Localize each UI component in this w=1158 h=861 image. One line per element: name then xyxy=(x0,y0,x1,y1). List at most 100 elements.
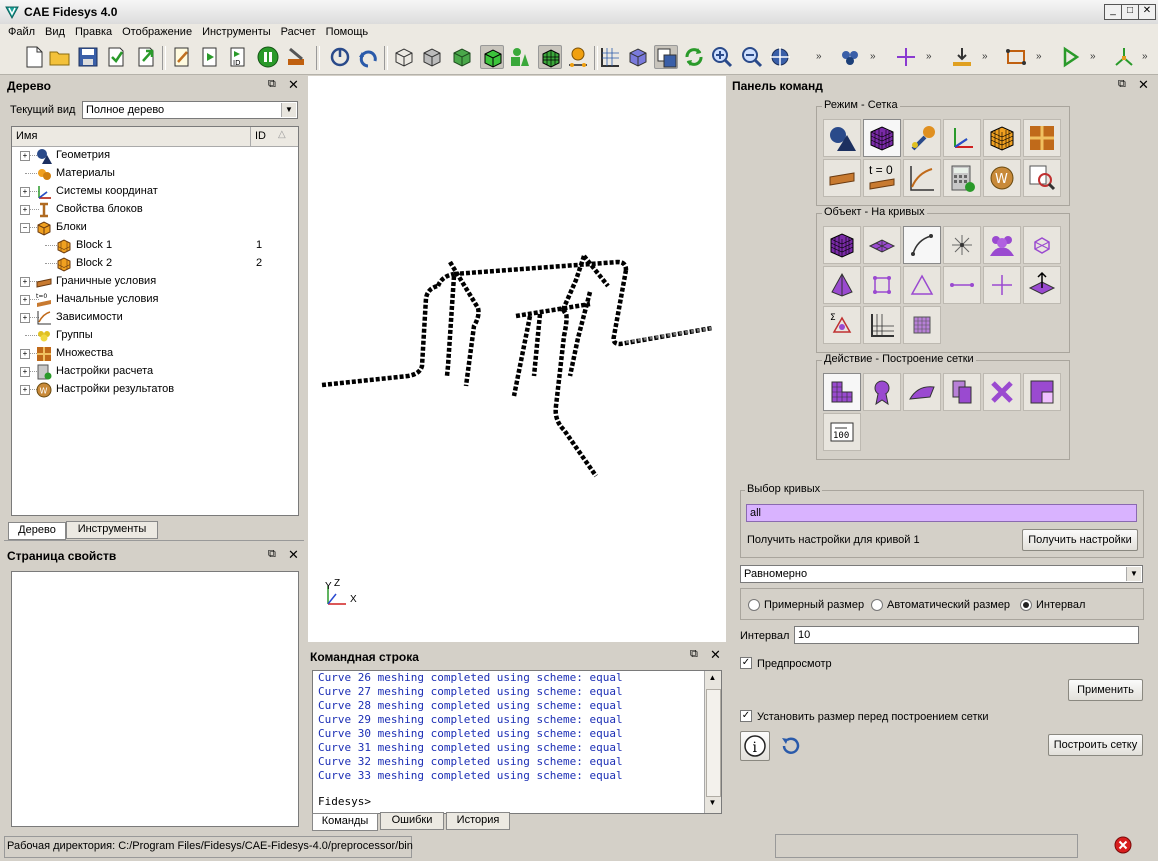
mode-properties-button[interactable] xyxy=(903,119,941,157)
column-name-header[interactable]: Имя xyxy=(16,130,37,142)
close-dock-icon[interactable]: ✕ xyxy=(288,77,299,93)
new-file-icon[interactable] xyxy=(22,45,46,69)
object-sum-button[interactable]: Σ xyxy=(823,306,861,344)
group-icon[interactable] xyxy=(838,45,862,69)
scroll-up-icon[interactable]: ▲ xyxy=(705,673,720,685)
console-scrollbar[interactable]: ▲ ▼ xyxy=(704,671,721,813)
radio-approx-size[interactable] xyxy=(748,599,760,611)
scroll-thumb[interactable] xyxy=(706,689,721,797)
radio-interval[interactable] xyxy=(1020,599,1032,611)
mode-sets-button[interactable] xyxy=(1023,119,1061,157)
minimize-button[interactable]: _ xyxy=(1104,4,1122,20)
tree-item[interactable]: + W Настройки результатов xyxy=(12,381,298,399)
refresh-icon[interactable] xyxy=(682,45,706,69)
preview-checkbox[interactable]: ✓ xyxy=(740,657,752,669)
action-delete-button[interactable] xyxy=(983,373,1021,411)
close-window-button[interactable]: ✕ xyxy=(1138,4,1156,20)
maximize-button[interactable]: □ xyxy=(1121,4,1139,20)
radio-auto-size[interactable] xyxy=(871,599,883,611)
mode-blocks-button[interactable] xyxy=(983,119,1021,157)
menu-edit[interactable]: Правка xyxy=(70,24,117,40)
edit-script-icon[interactable] xyxy=(170,45,194,69)
mode-mesh-button[interactable] xyxy=(863,119,901,157)
action-quality-button[interactable] xyxy=(863,373,901,411)
expand-icon[interactable]: + xyxy=(20,349,30,359)
menu-calculation[interactable]: Расчет xyxy=(276,24,321,40)
mode-calculation-button[interactable] xyxy=(943,159,981,197)
action-copy-button[interactable] xyxy=(943,373,981,411)
tree-item[interactable]: − Блоки xyxy=(12,219,298,237)
console-prompt[interactable]: Fidesys> xyxy=(318,795,371,808)
open-folder-icon[interactable] xyxy=(48,45,72,69)
current-view-select[interactable]: Полное дерево ▼ xyxy=(82,101,298,119)
save-icon[interactable] xyxy=(76,45,100,69)
toolbar-more-button[interactable]: » xyxy=(870,51,876,62)
close-dock-icon[interactable]: ✕ xyxy=(1138,77,1149,93)
tree-item[interactable]: Block 1 1 xyxy=(12,237,298,255)
tools-hammer-icon[interactable] xyxy=(284,45,308,69)
fit-view-icon[interactable] xyxy=(768,45,792,69)
pause-icon[interactable] xyxy=(256,45,280,69)
tree-item[interactable]: + Геометрия xyxy=(12,147,298,165)
export-icon[interactable] xyxy=(134,45,158,69)
shaded-view-icon[interactable] xyxy=(450,45,474,69)
tree-view[interactable]: Имя ID △ + Геометрия Материалы + Системы коо… xyxy=(11,126,299,516)
collapse-icon[interactable]: − xyxy=(20,223,30,233)
run-script-icon[interactable] xyxy=(198,45,222,69)
tree-item[interactable]: Группы xyxy=(12,327,298,345)
expand-icon[interactable]: + xyxy=(20,367,30,377)
tree-item[interactable]: + Граничные условия xyxy=(12,273,298,291)
load-icon[interactable] xyxy=(950,45,974,69)
tab-tools[interactable]: Инструменты xyxy=(66,521,158,539)
float-dock-icon[interactable]: ⧉ xyxy=(1118,78,1126,91)
mode-geometry-button[interactable] xyxy=(823,119,861,157)
hidden-line-view-icon[interactable] xyxy=(420,45,444,69)
shaded-edges-view-icon[interactable] xyxy=(480,45,504,69)
object-layers-button[interactable] xyxy=(863,306,901,344)
set-size-checkbox[interactable]: ✓ xyxy=(740,710,752,722)
mode-coordinate-systems-button[interactable] xyxy=(943,119,981,157)
menu-help[interactable]: Помощь xyxy=(321,24,374,40)
mode-view-results-button[interactable] xyxy=(1023,159,1061,197)
object-edge-button[interactable] xyxy=(943,266,981,304)
expand-icon[interactable]: + xyxy=(20,385,30,395)
action-refine-button[interactable] xyxy=(1023,373,1061,411)
axes-grid-icon[interactable] xyxy=(598,45,622,69)
get-settings-button[interactable]: Получить настройки xyxy=(1022,529,1138,551)
tree-item[interactable]: + Системы координат xyxy=(12,183,298,201)
close-dock-icon[interactable]: ✕ xyxy=(288,547,299,563)
menu-file[interactable]: Файл xyxy=(0,24,40,40)
mode-initial-conditions-button[interactable]: t = 0 xyxy=(863,159,901,197)
mode-results-button[interactable]: W xyxy=(983,159,1021,197)
tree-item[interactable]: + Множества xyxy=(12,345,298,363)
stop-icon[interactable] xyxy=(328,45,352,69)
error-stop-icon[interactable] xyxy=(1114,836,1132,854)
object-vertex-button[interactable] xyxy=(943,226,981,264)
object-tetra-button[interactable] xyxy=(823,266,861,304)
expand-icon[interactable]: + xyxy=(20,187,30,197)
object-node-button[interactable] xyxy=(983,266,1021,304)
action-mesh-build-button[interactable] xyxy=(823,373,861,411)
object-normal-button[interactable] xyxy=(1023,266,1061,304)
scheme-select[interactable]: Равномерно ▼ xyxy=(740,565,1143,583)
info-button[interactable]: i xyxy=(740,731,770,761)
expand-icon[interactable]: + xyxy=(20,277,30,287)
toolbar-more-button[interactable]: » xyxy=(1090,51,1096,62)
tab-errors[interactable]: Ошибки xyxy=(380,812,444,830)
tab-commands[interactable]: Команды xyxy=(312,813,378,831)
object-volume-button[interactable] xyxy=(823,226,861,264)
object-grid-button[interactable] xyxy=(903,306,941,344)
crosshair-icon[interactable] xyxy=(894,45,918,69)
toolbar-more-button[interactable]: » xyxy=(816,51,822,62)
wireframe-view-icon[interactable] xyxy=(392,45,416,69)
object-group-button[interactable] xyxy=(983,226,1021,264)
float-dock-icon[interactable]: ⧉ xyxy=(268,78,276,91)
console-output[interactable]: Curve 26 meshing completed using scheme:… xyxy=(312,670,722,814)
toolbar-more-button[interactable]: » xyxy=(1036,51,1042,62)
undo-icon[interactable] xyxy=(356,45,380,69)
apply-button[interactable]: Применить xyxy=(1068,679,1143,701)
object-surface-button[interactable] xyxy=(863,226,901,264)
action-renumber-button[interactable]: 100 xyxy=(823,413,861,451)
action-smooth-button[interactable] xyxy=(903,373,941,411)
tab-tree[interactable]: Дерево xyxy=(8,522,66,540)
